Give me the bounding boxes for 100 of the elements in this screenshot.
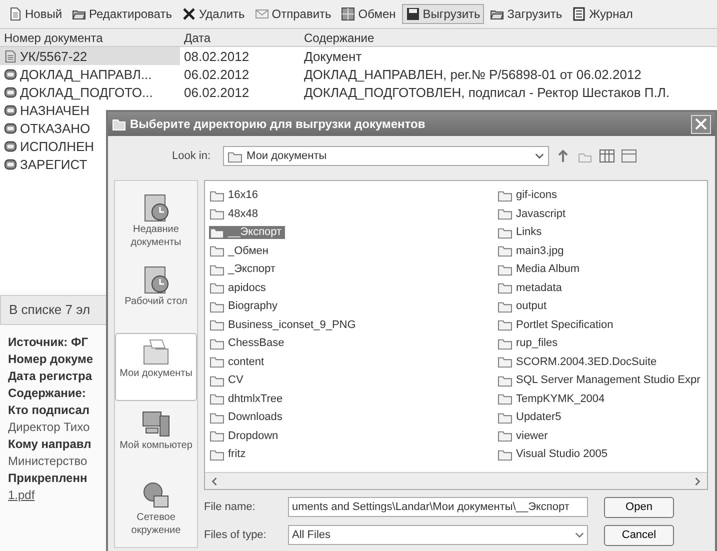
- folder-item[interactable]: Biography: [209, 300, 281, 313]
- folder-item[interactable]: dhtmlxTree: [209, 392, 286, 406]
- file-type-label: Files of type:: [204, 529, 268, 541]
- folder-item[interactable]: SCORM.2004.3ED.DocSuite: [497, 355, 660, 368]
- attachment-link[interactable]: 1.pdf: [8, 488, 35, 502]
- chevron-right-icon[interactable]: [694, 476, 702, 486]
- folder-icon: [209, 207, 225, 220]
- table-cell[interactable]: ДОКЛАД_ПОДГОТОВЛЕН, подписал - Ректор Шестаков П.Л.: [300, 83, 717, 101]
- table-cell[interactable]: 08.02.2012: [180, 47, 300, 65]
- view-menu-icon[interactable]: [598, 148, 615, 164]
- look-in-dropdown[interactable]: Мои документы: [222, 146, 549, 166]
- toolbar-button[interactable]: Отправить: [250, 4, 336, 24]
- grid-icon: [341, 7, 356, 21]
- column-header[interactable]: Содержание: [300, 30, 717, 44]
- folder-item[interactable]: apidocs: [209, 281, 269, 294]
- folder-icon: [209, 392, 225, 406]
- places-item[interactable]: Сетевое окружение: [115, 477, 197, 545]
- folder-item[interactable]: main3.jpg: [497, 244, 567, 258]
- folder-icon: [209, 318, 225, 332]
- folder-icon: [497, 410, 513, 424]
- folder-item[interactable]: gif-icons: [497, 188, 560, 202]
- table-cell[interactable]: 06.02.2012: [180, 83, 300, 101]
- close-icon: [695, 118, 707, 130]
- folder-icon: [497, 318, 513, 332]
- toolbar-button[interactable]: Выгрузить: [402, 4, 484, 24]
- folder-item[interactable]: 48x48: [209, 207, 261, 220]
- table-cell[interactable]: Документ: [300, 47, 717, 65]
- chevron-left-icon[interactable]: [211, 476, 218, 486]
- folder-icon: [226, 150, 243, 162]
- folder-item[interactable]: Links: [497, 226, 545, 239]
- toolbar-button[interactable]: Журнал: [568, 4, 637, 24]
- folder-icon: [497, 262, 513, 276]
- folder-icon: [209, 410, 225, 424]
- document-icon: [4, 50, 17, 62]
- folder-item[interactable]: _Обмен: [209, 244, 272, 258]
- horizontal-scrollbar[interactable]: [205, 472, 708, 489]
- table-cell[interactable]: ДОКЛАД_НАПРАВЛ...: [0, 65, 180, 83]
- close-button[interactable]: [691, 114, 711, 134]
- file-type-dropdown[interactable]: All Files: [288, 525, 588, 545]
- table-cell[interactable]: УК/5567-22: [0, 47, 180, 65]
- folder-icon: [497, 207, 513, 220]
- file-name-label: File name:: [204, 501, 256, 513]
- places-item[interactable]: Мой компьютер: [115, 405, 197, 473]
- folder-item[interactable]: output: [497, 300, 550, 313]
- field-label: Кто подписал: [8, 403, 90, 417]
- folder-item[interactable]: Downloads: [209, 410, 286, 424]
- document-icon: [8, 7, 22, 21]
- details-view-icon[interactable]: [620, 148, 637, 164]
- folder-icon: [497, 300, 513, 313]
- folder-item[interactable]: TempKYMK_2004: [497, 392, 608, 406]
- folder-item[interactable]: CV: [209, 374, 246, 387]
- folder-item[interactable]: Visual Studio 2005: [497, 448, 611, 461]
- table-cell[interactable]: НАЗНАЧЕН: [0, 101, 180, 119]
- folder-item[interactable]: Updater5: [497, 410, 564, 424]
- folder-item[interactable]: metadata: [497, 281, 565, 294]
- folder-icon: [497, 392, 513, 406]
- field-label: Кому направл: [8, 437, 92, 451]
- folder-item[interactable]: SQL Server Management Studio Expr: [497, 374, 704, 387]
- column-header[interactable]: Дата: [180, 30, 300, 44]
- folder-icon: [497, 355, 513, 368]
- toolbar-button[interactable]: Редактировать: [68, 4, 176, 24]
- file-name-field[interactable]: uments and Settings\Landar\Мои документы\__Экспорт: [288, 497, 588, 517]
- folder-item[interactable]: Media Album: [497, 262, 583, 276]
- table-cell[interactable]: 06.02.2012: [180, 65, 300, 83]
- folder-icon: [209, 244, 225, 258]
- field-label: Источник: ФГ: [8, 335, 88, 349]
- folder-icon: [497, 429, 513, 442]
- table-cell[interactable]: ДОКЛАД_ПОДГОТО...: [0, 83, 180, 101]
- toolbar-button[interactable]: Загрузить: [486, 4, 566, 24]
- folder-item[interactable]: Dropdown: [209, 429, 282, 442]
- folder-item[interactable]: rup_files: [497, 336, 561, 350]
- folder-item[interactable]: _Экспорт: [209, 262, 278, 276]
- book-icon: [572, 7, 586, 21]
- toolbar-button[interactable]: Новый: [4, 4, 66, 24]
- table-cell[interactable]: ДОКЛАД_НАПРАВЛЕН, рег.№ Р/56898-01 от 06.02.2012: [300, 65, 717, 83]
- folder-item[interactable]: Javascript: [497, 207, 569, 220]
- column-header[interactable]: Номер документа: [0, 30, 180, 44]
- dialog-title: Выберите директорию для выгрузки документов: [130, 117, 426, 131]
- field-label: Прикрепленн: [8, 471, 88, 485]
- open-button[interactable]: Open: [604, 496, 674, 518]
- toolbar-button[interactable]: Обмен: [337, 4, 400, 24]
- folder-item[interactable]: viewer: [497, 429, 551, 442]
- field-value: Директор Тихо: [8, 420, 90, 434]
- folder-icon: [497, 374, 513, 387]
- toolbar-button[interactable]: Удалить: [178, 4, 249, 24]
- folder-item[interactable]: ChessBase: [209, 336, 288, 350]
- folder-item[interactable]: content: [209, 355, 268, 368]
- folder-icon: [209, 300, 225, 313]
- folder-icon: [497, 188, 513, 202]
- folder-icon: [497, 448, 513, 461]
- folder-item[interactable]: 16x16: [209, 188, 261, 202]
- folder-icon: [209, 188, 225, 202]
- cancel-button[interactable]: Cancel: [604, 524, 674, 546]
- chevron-down-icon: [535, 153, 544, 159]
- places-item[interactable]: Недавние документы: [115, 189, 197, 257]
- folder-icon: [209, 448, 225, 461]
- folder-item[interactable]: fritz: [209, 448, 249, 461]
- places-item[interactable]: Мои документы: [115, 333, 197, 401]
- folder-item[interactable]: __Экспорт: [209, 226, 285, 239]
- folder-icon: [112, 117, 126, 131]
